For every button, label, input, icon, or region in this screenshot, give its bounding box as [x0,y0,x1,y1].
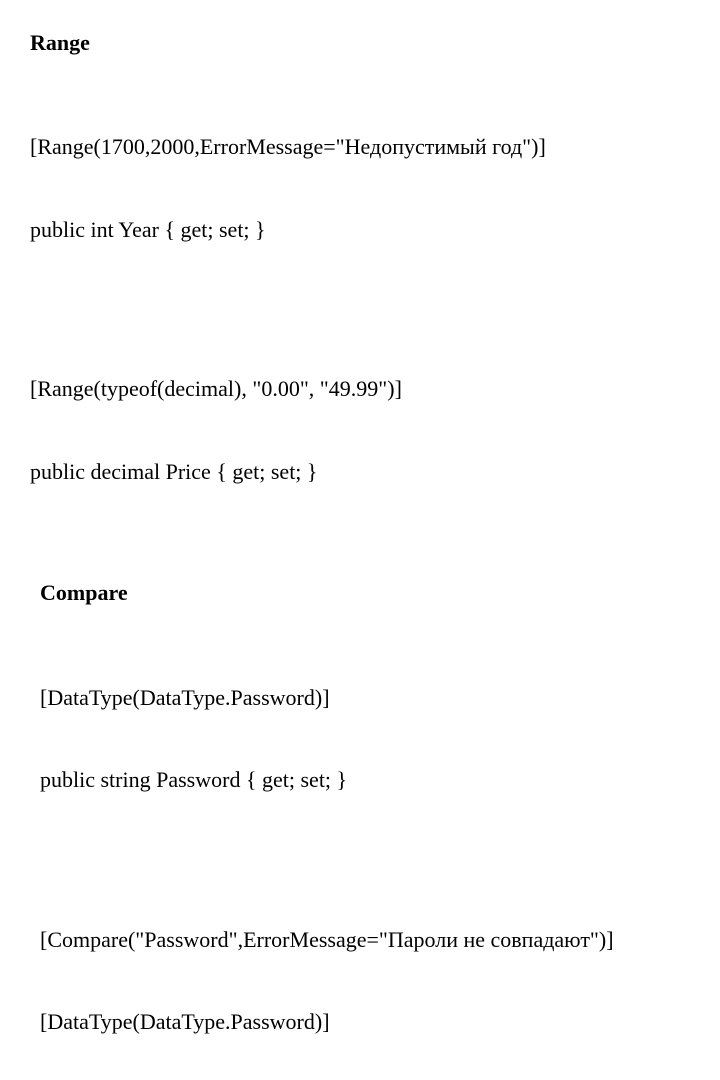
code-line: public string Password { get; set; } [40,766,720,794]
code-group: [Compare("Password",ErrorMessage="Пароли… [40,871,720,1080]
code-group: [Range(typeof(decimal), "0.00", "49.99")… [30,320,720,540]
section-compare: Compare [DataType(DataType.Password)] pu… [30,580,720,1080]
code-line: [DataType(DataType.Password)] [40,1008,720,1036]
code-group: [DataType(DataType.Password)] public str… [40,629,720,849]
code-line: [DataType(DataType.Password)] [40,684,720,712]
section-range: Range [Range(1700,2000,ErrorMessage="Нед… [30,30,720,540]
code-line: [Range(typeof(decimal), "0.00", "49.99")… [30,375,720,403]
section-heading: Compare [40,580,720,606]
code-line: [Compare("Password",ErrorMessage="Пароли… [40,926,720,954]
code-line: public int Year { get; set; } [30,216,720,244]
section-heading: Range [30,30,720,56]
code-line: public decimal Price { get; set; } [30,458,720,486]
code-group: [Range(1700,2000,ErrorMessage="Недопусти… [30,78,720,298]
code-line: [Range(1700,2000,ErrorMessage="Недопусти… [30,133,720,161]
document-page: Range [Range(1700,2000,ErrorMessage="Нед… [0,0,720,1080]
